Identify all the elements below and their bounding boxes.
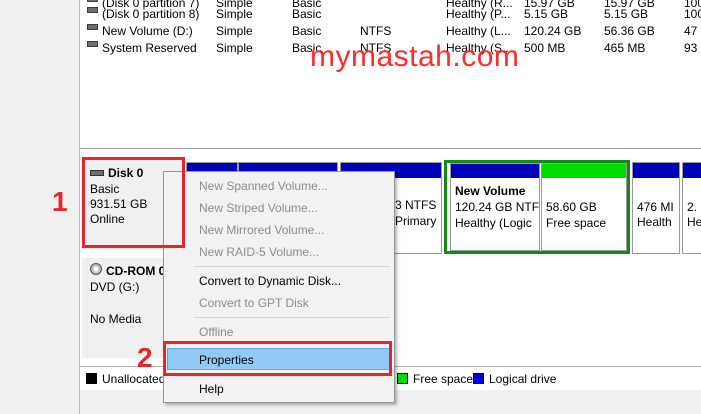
menu-new-mirrored-volume[interactable]: New Mirrored Volume...: [199, 223, 324, 237]
partition-title: New Volume: [455, 184, 526, 198]
primary-bar: [683, 163, 701, 178]
free-bar: [542, 164, 626, 178]
partition-new-volume[interactable]: New Volume 120.24 GB NTF Healthy (Logic: [450, 163, 540, 251]
legend-unallocated: Unallocated: [102, 372, 166, 386]
volume-row[interactable]: (Disk 0 partition 8) Simple Basic Health…: [82, 7, 701, 24]
volume-pct-free: 100: [684, 7, 701, 21]
volume-icon: [87, 7, 98, 13]
volume-name: System Reserved: [102, 41, 197, 55]
menu-convert-to-gpt-disk[interactable]: Convert to GPT Disk: [199, 296, 309, 310]
volume-capacity: 120.24 GB: [524, 24, 582, 38]
cdrom-name: CD-ROM 0: [106, 264, 166, 278]
volume-icon: [87, 0, 98, 2]
volume-row[interactable]: New Volume (D:) Simple Basic NTFS Health…: [82, 24, 701, 41]
volume-type: Basic: [292, 24, 322, 38]
volume-name: (Disk 0 partition 8): [102, 7, 200, 21]
menu-offline[interactable]: Offline: [199, 325, 233, 339]
partition-size: 3 NTFS: [395, 198, 437, 212]
volume-status: Healthy (P...: [446, 7, 511, 21]
primary-bar: [633, 163, 679, 178]
menu-new-striped-volume[interactable]: New Striped Volume...: [199, 201, 318, 215]
annotation-box-1: [82, 157, 185, 248]
volume-name: New Volume (D:): [102, 24, 193, 38]
logical-drive-swatch: [473, 373, 484, 384]
volume-status: Healthy (L...: [446, 24, 511, 38]
logical-bar: [451, 164, 539, 178]
cdrom-icon: [90, 263, 102, 275]
partition-size: 58.60 GB: [546, 200, 597, 214]
cdrom-label[interactable]: CD-ROM 0 DVD (G:) No Media: [82, 258, 166, 358]
volume-free: 465 MB: [604, 41, 646, 55]
partition-status: Healthy (Logic: [455, 216, 532, 230]
partition-size: 120.24 GB NTF: [455, 200, 540, 214]
volume-type: Basic: [292, 7, 322, 21]
partition[interactable]: 476 MI Health: [632, 162, 680, 254]
menu-new-spanned-volume[interactable]: New Spanned Volume...: [199, 179, 328, 193]
volume-capacity: 500 MB: [524, 41, 566, 55]
volume-pct-free: 93: [684, 41, 698, 55]
annotation-number-1: 1: [52, 186, 68, 217]
volume-icon: [87, 41, 98, 47]
menu-separator: [194, 317, 390, 318]
partition-status: Free space: [546, 216, 607, 230]
volume-layout: Simple: [216, 24, 253, 38]
volume-icon: [87, 24, 98, 30]
partition-size: 476 MI: [637, 200, 674, 214]
volume-pct-free: 47: [684, 24, 698, 38]
volume-layout: Simple: [216, 7, 253, 21]
new-volume-selection[interactable]: New Volume 120.24 GB NTF Healthy (Logic …: [444, 160, 630, 254]
annotation-box-2: [163, 341, 392, 376]
watermark: mymastah.com: [310, 40, 520, 73]
partition-status: He: [687, 215, 701, 229]
legend-free-space: Free space: [413, 372, 474, 386]
menu-convert-to-dynamic-disk[interactable]: Convert to Dynamic Disk...: [199, 274, 341, 288]
partition[interactable]: 2. He: [682, 162, 701, 254]
unallocated-swatch: [86, 373, 97, 384]
partition-size: 2.: [687, 200, 698, 214]
menu-help[interactable]: Help: [199, 382, 224, 396]
legend-logical-drive: Logical drive: [489, 372, 557, 386]
free-space-swatch: [397, 373, 408, 384]
volume-fs: NTFS: [360, 24, 392, 38]
cdrom-media: No Media: [90, 312, 142, 326]
volume-capacity: 5.15 GB: [524, 7, 569, 21]
left-pane: [0, 0, 80, 414]
partition-free-space[interactable]: 58.60 GB Free space: [541, 163, 627, 251]
volume-free: 5.15 GB: [604, 7, 649, 21]
partition-status: Health: [637, 215, 672, 229]
cdrom-drive: DVD (G:): [90, 280, 140, 294]
volume-free: 56.36 GB: [604, 24, 655, 38]
menu-separator: [194, 266, 390, 267]
partition-status: Primary: [395, 214, 437, 228]
pane-divider[interactable]: [80, 148, 701, 149]
annotation-number-2: 2: [137, 342, 153, 373]
volume-layout: Simple: [216, 41, 253, 55]
menu-new-raid5-volume[interactable]: New RAID-5 Volume...: [199, 245, 319, 259]
